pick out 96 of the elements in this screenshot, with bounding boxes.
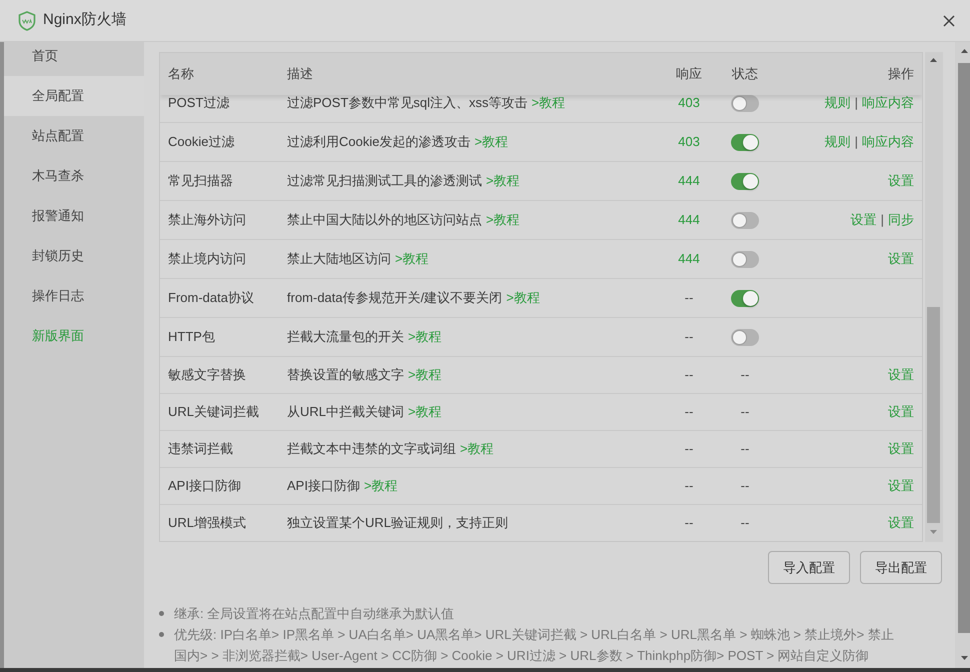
response-value: -- <box>684 514 694 532</box>
tutorial-link[interactable]: >教程 <box>408 402 442 422</box>
action-link[interactable]: 同步 <box>888 210 914 230</box>
status-value: -- <box>740 514 750 532</box>
description-text: 禁止中国大陆以外的地区访问站点 <box>287 211 482 230</box>
response-value: -- <box>684 289 694 308</box>
column-header: 响应 <box>676 65 702 84</box>
description-text: 过滤常见扫描测试工具的渗透测试 <box>287 172 482 190</box>
tutorial-link[interactable]: >教程 <box>532 95 566 113</box>
rule-name: 常见扫描器 <box>168 172 233 190</box>
rule-name: From-data协议 <box>168 289 254 308</box>
sidebar-item[interactable]: 全局配置 <box>4 76 144 116</box>
status-value: -- <box>740 477 750 496</box>
response-value: -- <box>684 477 694 496</box>
rule-name: URL关键词拦截 <box>168 403 260 422</box>
action-link[interactable]: 响应内容 <box>862 132 914 152</box>
description-text: 过滤POST参数中常见sql注入、xss等攻击 <box>287 95 528 112</box>
rule-name: 违禁词拦截 <box>168 440 233 458</box>
scroll-up-icon[interactable] <box>961 49 968 53</box>
scrollbar-thumb[interactable] <box>927 307 940 523</box>
response-value: 403 <box>678 95 700 112</box>
toggle-switch[interactable] <box>731 134 759 150</box>
description-text: 拦截大流量包的开关 <box>287 328 404 346</box>
tutorial-link[interactable]: >教程 <box>460 439 494 459</box>
tutorial-link[interactable]: >教程 <box>408 327 442 347</box>
tutorial-link[interactable]: >教程 <box>474 132 508 152</box>
action-link[interactable]: 规则 <box>824 132 851 152</box>
response-value: 444 <box>678 211 700 230</box>
description-text: 过滤利用Cookie发起的渗透攻击 <box>287 133 470 152</box>
toggle-switch[interactable] <box>731 172 759 190</box>
bullet-icon <box>159 632 164 637</box>
rule-name: HTTP包 <box>168 328 215 346</box>
toggle-switch[interactable] <box>731 290 759 306</box>
action-link[interactable]: 设置 <box>888 365 914 385</box>
status-value: -- <box>740 366 750 384</box>
description-text: 从URL中拦截关键词 <box>287 403 404 422</box>
tutorial-link[interactable]: >教程 <box>408 365 442 385</box>
response-value: -- <box>684 366 694 384</box>
toggle-switch[interactable] <box>731 328 759 346</box>
scrollbar-thumb[interactable] <box>958 63 970 633</box>
response-value: -- <box>684 440 694 458</box>
response-value: 444 <box>678 250 700 268</box>
note-text: 优先级: IP白名单> IP黑名单 > UA白名单> UA黑名单> URL关键词拦截 > URL白名单 > URL黑名单 > 蜘蛛池 > 禁止境外> 禁止国内> > 非浏览器拦截> User-Agent > CC防御 > Cookie > URI过滤 > URL参数 > Thinkphp防御> POST > 网站自定义防御 <box>174 626 895 665</box>
toggle-switch[interactable] <box>731 212 759 228</box>
tutorial-link[interactable]: >教程 <box>506 288 540 308</box>
column-header: 描述 <box>287 65 313 84</box>
response-value: -- <box>684 328 694 346</box>
description-text: 替换设置的敏感文字 <box>287 366 404 384</box>
link-separator: | <box>880 211 884 230</box>
rule-name: URL增强模式 <box>168 514 246 532</box>
status-value: -- <box>740 440 750 458</box>
description-text: API接口防御 <box>287 477 360 496</box>
scroll-down-icon[interactable] <box>961 656 968 660</box>
tutorial-link[interactable]: >教程 <box>364 476 398 496</box>
rule-name: API接口防御 <box>168 477 241 496</box>
note-text: 继承: 全局设置将在站点配置中自动继承为默认值 <box>174 605 456 623</box>
rule-name: Cookie过滤 <box>168 133 234 152</box>
toggle-switch[interactable] <box>731 250 759 268</box>
action-link[interactable]: 设置 <box>888 476 914 496</box>
scroll-up-icon[interactable] <box>930 58 937 62</box>
status-value: -- <box>740 403 750 422</box>
response-value: 403 <box>678 133 700 152</box>
action-link[interactable]: 设置 <box>888 513 914 533</box>
action-link[interactable]: 响应内容 <box>862 95 914 113</box>
response-value: -- <box>684 403 694 422</box>
description-text: 禁止大陆地区访问 <box>287 250 391 268</box>
tutorial-link[interactable]: >教程 <box>395 249 429 269</box>
action-link[interactable]: 设置 <box>888 249 914 269</box>
rule-name: POST过滤 <box>168 95 230 112</box>
column-header: 状态 <box>732 65 758 84</box>
action-link[interactable]: 设置 <box>888 402 914 422</box>
import-config-button[interactable]: 导入配置 <box>768 551 850 584</box>
shield-logo-icon <box>18 10 36 30</box>
toggle-switch[interactable] <box>731 95 759 112</box>
bullet-icon <box>159 611 164 616</box>
close-icon[interactable] <box>943 14 955 26</box>
description-text: 独立设置某个URL验证规则，支持正则 <box>287 514 508 532</box>
description-text: from-data传参规范开关/建议不要关闭 <box>287 289 502 308</box>
rule-name: 敏感文字替换 <box>168 366 246 384</box>
action-link[interactable]: 设置 <box>888 171 914 191</box>
scroll-down-icon[interactable] <box>930 530 937 534</box>
tutorial-link[interactable]: >教程 <box>486 171 520 191</box>
column-header: 操作 <box>888 65 914 84</box>
rule-name: 禁止海外访问 <box>168 211 246 230</box>
action-link[interactable]: 设置 <box>850 210 877 230</box>
action-link[interactable]: 设置 <box>888 439 914 459</box>
link-separator: | <box>854 133 858 152</box>
action-link[interactable]: 规则 <box>824 95 851 113</box>
window-title: Nginx防火墙 <box>43 10 126 30</box>
column-header: 名称 <box>168 65 194 84</box>
response-value: 444 <box>678 172 700 190</box>
export-config-button[interactable]: 导出配置 <box>860 551 942 584</box>
rule-name: 禁止境内访问 <box>168 250 246 268</box>
link-separator: | <box>854 95 858 112</box>
tutorial-link[interactable]: >教程 <box>486 210 520 230</box>
description-text: 拦截文本中违禁的文字或词组 <box>287 440 456 458</box>
